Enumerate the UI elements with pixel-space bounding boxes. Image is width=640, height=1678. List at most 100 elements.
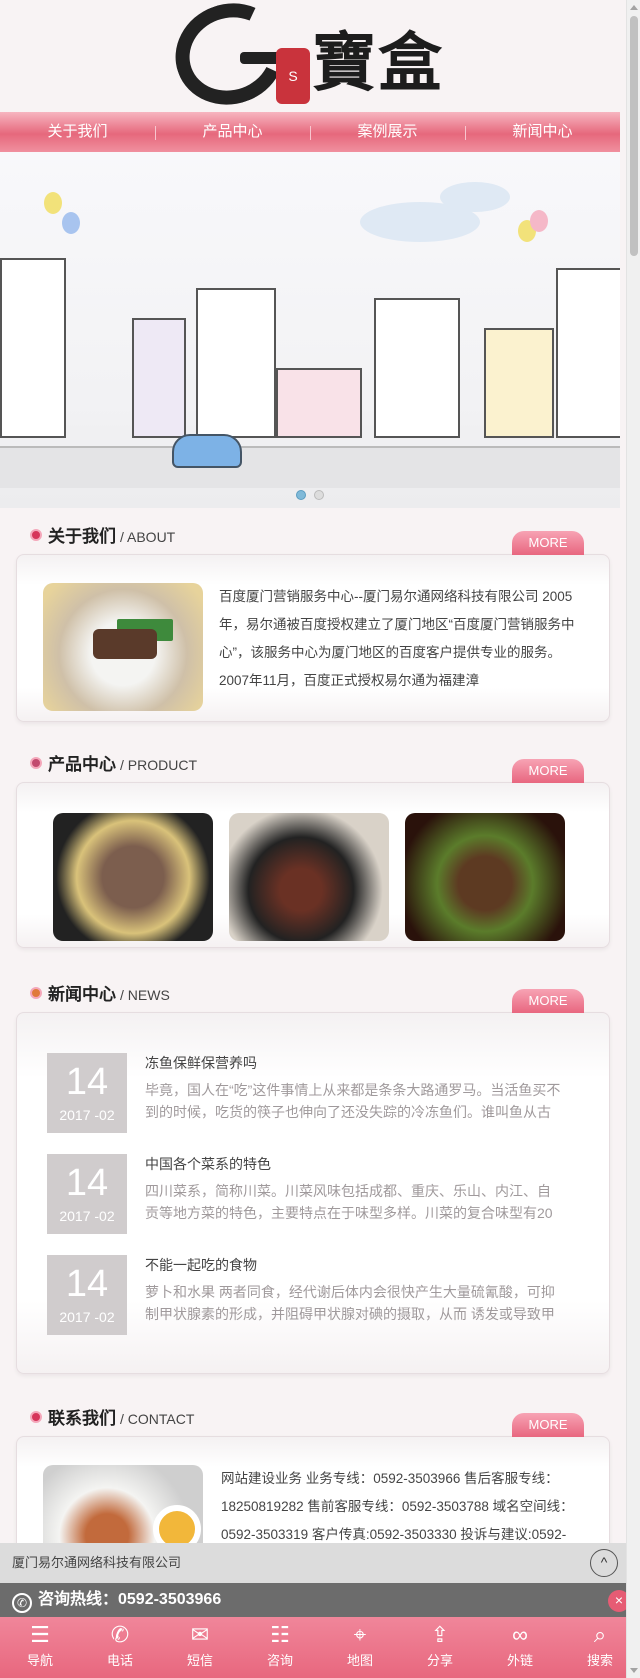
logo-area: S 寶盒 (0, 0, 626, 120)
contact-title: 联系我们 / CONTACT (30, 1404, 194, 1429)
toolbar-label: 地图 (346, 1653, 373, 1668)
banner-building (556, 268, 620, 438)
about-text: 百度厦门营销服务中心--厦门易尔通网络科技有限公司 2005年，易尔通被百度授权… (219, 589, 575, 688)
news-body: 中国各个菜系的特色 四川菜系，简称川菜。川菜风味包括成都、重庆、乐山、内江、自贡… (145, 1154, 563, 1255)
toolbar-label: 咨询 (266, 1653, 293, 1668)
toolbar-sms-button[interactable]: ✉ 短信 (160, 1617, 240, 1678)
banner-building (276, 368, 362, 438)
contact-more-button[interactable]: MORE (512, 1413, 584, 1437)
banner-cloud (440, 182, 510, 212)
about-title-cn: 关于我们 (48, 527, 116, 546)
news-month: 2017 -02 (59, 1107, 115, 1123)
chat-icon: ☷ (270, 1622, 290, 1647)
news-body: 不能一起吃的食物 萝卜和水果 两者同食，经代谢后体内会很快产生大量硫氰酸，可抑制… (145, 1255, 563, 1356)
contact-title-cn: 联系我们 (48, 1409, 116, 1428)
banner-dot-2[interactable] (314, 490, 324, 500)
news-section: 新闻中心 / NEWS MORE 14 2017 -02 冻鱼保鲜保营养吗 毕竟… (16, 966, 610, 1374)
hotline-text: 咨询热线：0592-3503966 (38, 1591, 222, 1608)
about-header: 关于我们 / ABOUT MORE (16, 508, 610, 555)
scroll-thumb[interactable] (630, 16, 638, 256)
news-item[interactable]: 14 2017 -02 冻鱼保鲜保营养吗 毕竟，国人在“吃”这件事情上从来都是条… (47, 1053, 579, 1154)
banner-building (374, 298, 460, 438)
toolbar-label: 电话 (106, 1653, 133, 1668)
about-section: 关于我们 / ABOUT MORE 百度厦门营销服务中心--厦门易尔通网络科技有… (16, 508, 610, 722)
news-day: 14 (65, 1061, 109, 1103)
banner-road (0, 446, 620, 488)
product-title-en: / PRODUCT (120, 757, 197, 773)
news-title[interactable]: 冻鱼保鲜保营养吗 (145, 1053, 563, 1073)
nav-news[interactable]: 新闻中心 (465, 112, 620, 152)
bullet-icon (30, 1410, 42, 1423)
bullet-icon (30, 986, 42, 999)
contact-title-en: / CONTACT (120, 1411, 195, 1427)
hotline-bar[interactable]: ✆ 咨询热线：0592-3503966 × (0, 1583, 640, 1617)
toolbar-label: 导航 (26, 1653, 53, 1668)
product-header: 产品中心 / PRODUCT MORE (16, 736, 610, 783)
about-photo (43, 583, 203, 711)
news-more-button[interactable]: MORE (512, 989, 584, 1013)
toolbar-nav-button[interactable]: ☰ 导航 (0, 1617, 80, 1678)
news-card: 14 2017 -02 冻鱼保鲜保营养吗 毕竟，国人在“吃”这件事情上从来都是条… (16, 1012, 610, 1374)
banner-balloon (44, 192, 62, 214)
phone-icon: ✆ (12, 1593, 32, 1613)
about-title-en: / ABOUT (120, 529, 176, 545)
product-card (16, 782, 610, 948)
toolbar-label: 外链 (506, 1653, 533, 1668)
news-title[interactable]: 中国各个菜系的特色 (145, 1154, 563, 1174)
phone-icon: ✆ (110, 1622, 130, 1647)
toolbar-label: 短信 (186, 1653, 213, 1668)
bottom-toolbar: ☰ 导航 ✆ 电话 ✉ 短信 ☷ 咨询 ⌖ 地图 ⇪ 分享 ∞ 外链 ⌕ 搜索 (0, 1617, 640, 1678)
product-photo-3[interactable] (405, 813, 565, 941)
news-title[interactable]: 不能一起吃的食物 (145, 1255, 563, 1275)
news-day: 14 (65, 1263, 109, 1305)
product-photo-2[interactable] (229, 813, 389, 941)
about-title: 关于我们 / ABOUT (30, 522, 175, 547)
nav-about[interactable]: 关于我们 (0, 112, 155, 152)
scroll-down-icon[interactable] (630, 1668, 638, 1673)
page: S 寶盒 关于我们 产品中心 案例展示 新闻中心 关于我们 / ABOUT MO… (0, 0, 626, 1604)
news-title: 新闻中心 / NEWS (30, 980, 170, 1005)
banner-slider[interactable] (0, 152, 620, 508)
map-icon: ⌖ (353, 1622, 367, 1647)
news-desc: 萝卜和水果 两者同食，经代谢后体内会很快产生大量硫氰酸，可抑制甲状腺素的形成，并… (145, 1284, 555, 1322)
product-title-cn: 产品中心 (48, 755, 116, 774)
nav-products[interactable]: 产品中心 (155, 112, 310, 152)
news-item[interactable]: 14 2017 -02 中国各个菜系的特色 四川菜系，简称川菜。川菜风味包括成都… (47, 1154, 579, 1255)
news-title-en: / NEWS (120, 987, 170, 1003)
banner-building (132, 318, 186, 438)
about-more-button[interactable]: MORE (512, 531, 584, 555)
nav-cases[interactable]: 案例展示 (310, 112, 465, 152)
link-icon: ∞ (512, 1622, 528, 1647)
message-icon: ✉ (190, 1622, 210, 1647)
product-more-button[interactable]: MORE (512, 759, 584, 783)
news-month: 2017 -02 (59, 1208, 115, 1224)
toolbar-phone-button[interactable]: ✆ 电话 (80, 1617, 160, 1678)
news-title-cn: 新闻中心 (48, 985, 116, 1004)
banner-car (172, 434, 242, 468)
news-body: 冻鱼保鲜保营养吗 毕竟，国人在“吃”这件事情上从来都是条条大路通罗马。当活鱼买不… (145, 1053, 563, 1154)
banner-dot-1[interactable] (296, 490, 306, 500)
news-date: 14 2017 -02 (47, 1053, 127, 1133)
news-item[interactable]: 14 2017 -02 不能一起吃的食物 萝卜和水果 两者同食，经代谢后体内会很… (47, 1255, 579, 1356)
footer-company-bar: 厦门易尔通网络科技有限公司 ^ (0, 1543, 626, 1583)
back-to-top-button[interactable]: ^ (590, 1549, 618, 1577)
scroll-up-icon[interactable] (630, 5, 638, 10)
about-card: 百度厦门营销服务中心--厦门易尔通网络科技有限公司 2005年，易尔通被百度授权… (16, 554, 610, 722)
news-date: 14 2017 -02 (47, 1255, 127, 1335)
toolbar-map-button[interactable]: ⌖ 地图 (320, 1617, 400, 1678)
banner-building (0, 258, 66, 438)
share-icon: ⇪ (430, 1622, 450, 1647)
footer-company-name: 厦门易尔通网络科技有限公司 (12, 1555, 182, 1570)
contact-header: 联系我们 / CONTACT MORE (16, 1390, 610, 1437)
toolbar-consult-button[interactable]: ☷ 咨询 (240, 1617, 320, 1678)
product-title: 产品中心 / PRODUCT (30, 750, 197, 775)
toolbar-link-button[interactable]: ∞ 外链 (480, 1617, 560, 1678)
banner-pagination (296, 490, 324, 500)
page-scrollbar[interactable] (626, 0, 640, 1678)
banner-balloon (62, 212, 80, 234)
news-desc: 毕竟，国人在“吃”这件事情上从来都是条条大路通罗马。当活鱼买不到的时候，吃货的筷… (145, 1082, 561, 1120)
news-date: 14 2017 -02 (47, 1154, 127, 1234)
news-desc: 四川菜系，简称川菜。川菜风味包括成都、重庆、乐山、内江、自贡等地方菜的特色，主要… (145, 1183, 553, 1221)
product-photo-1[interactable] (53, 813, 213, 941)
toolbar-share-button[interactable]: ⇪ 分享 (400, 1617, 480, 1678)
